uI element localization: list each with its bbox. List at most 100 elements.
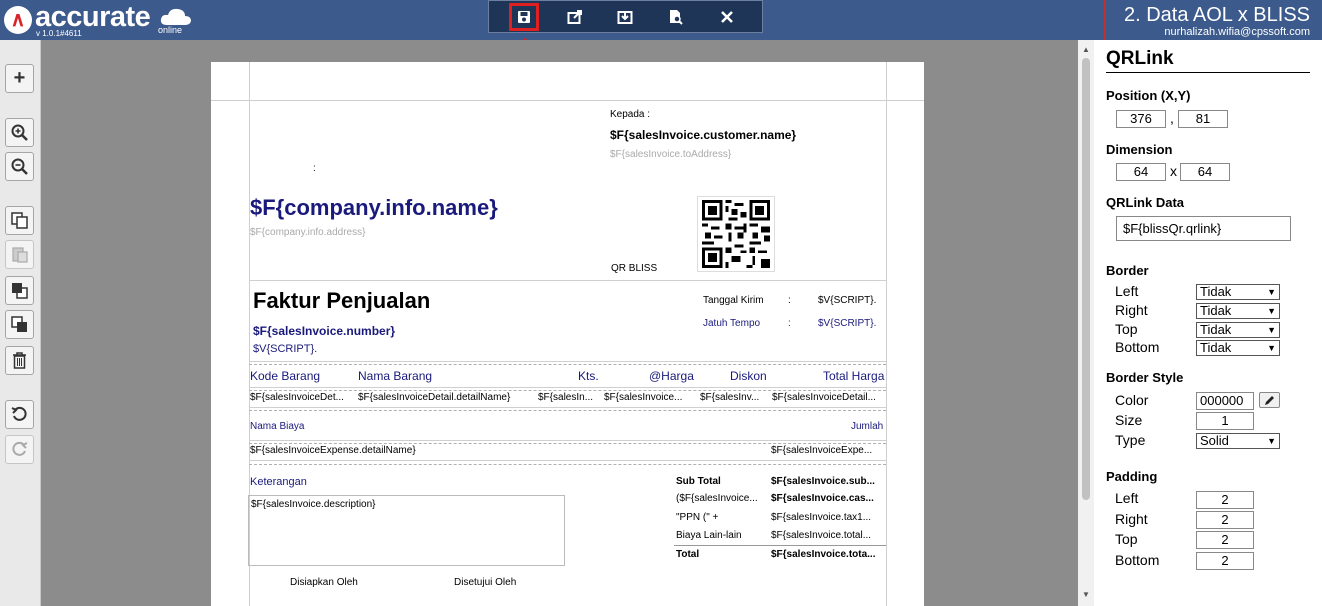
send-to-back-button[interactable]: [5, 310, 34, 339]
jatuh-tempo-label[interactable]: Jatuh Tempo: [703, 318, 760, 329]
scroll-up-icon[interactable]: ▲: [1080, 44, 1092, 56]
preview-button[interactable]: [661, 3, 691, 31]
border-size-input[interactable]: 1: [1196, 412, 1254, 430]
column-header[interactable]: Kode Barang: [250, 369, 320, 383]
tanggal-kirim-value[interactable]: $V{SCRIPT}.: [818, 295, 876, 306]
padding-right-input[interactable]: 2: [1196, 511, 1254, 529]
scroll-down-icon[interactable]: ▼: [1080, 589, 1092, 601]
redo-button[interactable]: [5, 435, 34, 464]
totals-label[interactable]: Total: [676, 549, 699, 560]
column-header[interactable]: @Harga: [649, 369, 694, 383]
border-right-select[interactable]: Tidak ▼: [1196, 303, 1280, 319]
invoice-number-field[interactable]: $F{salesInvoice.number}: [253, 324, 395, 338]
padding-bottom-input[interactable]: 2: [1196, 552, 1254, 570]
totals-label[interactable]: "PPN (" +: [676, 512, 718, 523]
column-header[interactable]: Kts.: [578, 369, 599, 383]
border-label: Border: [1106, 263, 1149, 278]
border-style-label: Border Style: [1106, 370, 1184, 385]
zoom-in-button[interactable]: [5, 118, 34, 147]
dimension-width-input[interactable]: 64: [1116, 163, 1166, 181]
totals-value[interactable]: $F{salesInvoice.sub...: [771, 476, 875, 487]
add-element-button[interactable]: +: [5, 64, 34, 93]
totals-divider: [674, 545, 886, 546]
zoom-out-button[interactable]: [5, 152, 34, 181]
company-name-field[interactable]: $F{company.info.name}: [250, 195, 498, 221]
margin-guide-right: [886, 62, 887, 606]
column-header[interactable]: Diskon: [730, 369, 767, 383]
customer-address-field[interactable]: $F{salesInvoice.toAddress}: [610, 149, 731, 160]
totals-label[interactable]: Biaya Lain-lain: [676, 530, 742, 541]
nama-biaya-label[interactable]: Nama Biaya: [250, 421, 304, 432]
chevron-down-icon: ▼: [1267, 306, 1276, 316]
jumlah-label[interactable]: Jumlah: [851, 421, 883, 432]
position-y-input[interactable]: 81: [1178, 110, 1228, 128]
expense-name-field[interactable]: $F{salesInvoiceExpense.detailName}: [250, 445, 416, 456]
table-cell[interactable]: $F{salesInvoiceDet...: [250, 392, 344, 403]
padding-left-input[interactable]: 2: [1196, 491, 1254, 509]
disetujui-label[interactable]: Disetujui Oleh: [454, 577, 516, 588]
invoice-title[interactable]: Faktur Penjualan: [253, 288, 430, 314]
description-box[interactable]: $F{salesInvoice.description}: [248, 495, 565, 566]
tanggal-kirim-label[interactable]: Tanggal Kirim: [703, 295, 764, 306]
position-label: Position (X,Y): [1106, 88, 1191, 103]
export-button[interactable]: [560, 3, 590, 31]
customer-name-field[interactable]: $F{salesInvoice.customer.name}: [610, 128, 796, 142]
import-button[interactable]: [610, 3, 640, 31]
copy-button[interactable]: [5, 206, 34, 235]
border-bottom-select[interactable]: Tidak ▼: [1196, 340, 1280, 356]
position-x-input[interactable]: 376: [1116, 110, 1166, 128]
totals-value[interactable]: $F{salesInvoice.cas...: [771, 493, 874, 504]
table-cell[interactable]: $F{salesInvoice...: [604, 392, 682, 403]
border-type-select[interactable]: Solid ▼: [1196, 433, 1280, 449]
expense-amount-field[interactable]: $F{salesInvoiceExpe...: [771, 445, 872, 456]
jatuh-tempo-value[interactable]: $V{SCRIPT}.: [818, 318, 876, 329]
paste-button[interactable]: [5, 240, 34, 269]
colon-label[interactable]: :: [788, 318, 791, 329]
column-header[interactable]: Nama Barang: [358, 369, 432, 383]
table-cell[interactable]: $F{salesInvoiceDetail...: [772, 392, 876, 403]
totals-label[interactable]: Sub Total: [676, 476, 721, 487]
delete-button[interactable]: [5, 346, 34, 375]
colon-label[interactable]: :: [313, 163, 316, 174]
script-field[interactable]: $V{SCRIPT}.: [253, 343, 317, 355]
table-cell[interactable]: $F{salesInvoiceDetail.detailName}: [358, 392, 510, 403]
table-cell[interactable]: $F{salesIn...: [538, 392, 593, 403]
color-picker-button[interactable]: [1259, 392, 1280, 408]
totals-value[interactable]: $F{salesInvoice.tax1...: [771, 512, 871, 523]
chevron-down-icon: ▼: [1267, 343, 1276, 353]
save-button[interactable]: [509, 3, 539, 31]
border-color-input[interactable]: 000000: [1196, 392, 1254, 410]
accurate-logo-icon: ∧: [4, 6, 32, 34]
qrlink-data-input[interactable]: $F{blissQr.qrlink}: [1116, 216, 1291, 241]
padding-top-input[interactable]: 2: [1196, 531, 1254, 549]
border-top-select[interactable]: Tidak ▼: [1196, 322, 1280, 338]
totals-label[interactable]: ($F{salesInvoice...: [676, 493, 758, 504]
color-label: Color: [1115, 392, 1149, 408]
qr-label[interactable]: QR BLISS: [611, 263, 657, 274]
disiapkan-label[interactable]: Disiapkan Oleh: [290, 577, 358, 588]
bring-to-front-button[interactable]: [5, 276, 34, 305]
dashed-divider: [249, 364, 886, 365]
colon-label[interactable]: :: [788, 295, 791, 306]
keterangan-label[interactable]: Keterangan: [250, 476, 307, 488]
table-cell[interactable]: $F{salesInv...: [700, 392, 759, 403]
invoice-page[interactable]: Kepada : $F{salesInvoice.customer.name} …: [211, 62, 924, 606]
kepada-label[interactable]: Kepada :: [610, 109, 650, 120]
logo-online-label: online: [158, 25, 183, 35]
qrlink-element[interactable]: [697, 196, 775, 272]
dashed-divider: [249, 410, 886, 411]
border-left-select[interactable]: Tidak ▼: [1196, 284, 1280, 300]
pencil-icon: [1265, 396, 1274, 405]
totals-value[interactable]: $F{salesInvoice.tota...: [771, 549, 876, 560]
padding-left-label: Left: [1115, 490, 1139, 506]
column-header[interactable]: Total Harga: [823, 369, 884, 383]
scrollbar-thumb[interactable]: [1082, 58, 1090, 500]
totals-value[interactable]: $F{salesInvoice.total...: [771, 530, 871, 541]
close-button[interactable]: [712, 3, 742, 31]
select-value: Tidak: [1200, 340, 1232, 355]
undo-button[interactable]: [5, 400, 34, 429]
app-version: v 1.0.1#4611: [36, 29, 82, 38]
dashed-divider: [249, 464, 886, 465]
company-address-field[interactable]: $F{company.info.address}: [250, 227, 365, 238]
dimension-height-input[interactable]: 64: [1180, 163, 1230, 181]
